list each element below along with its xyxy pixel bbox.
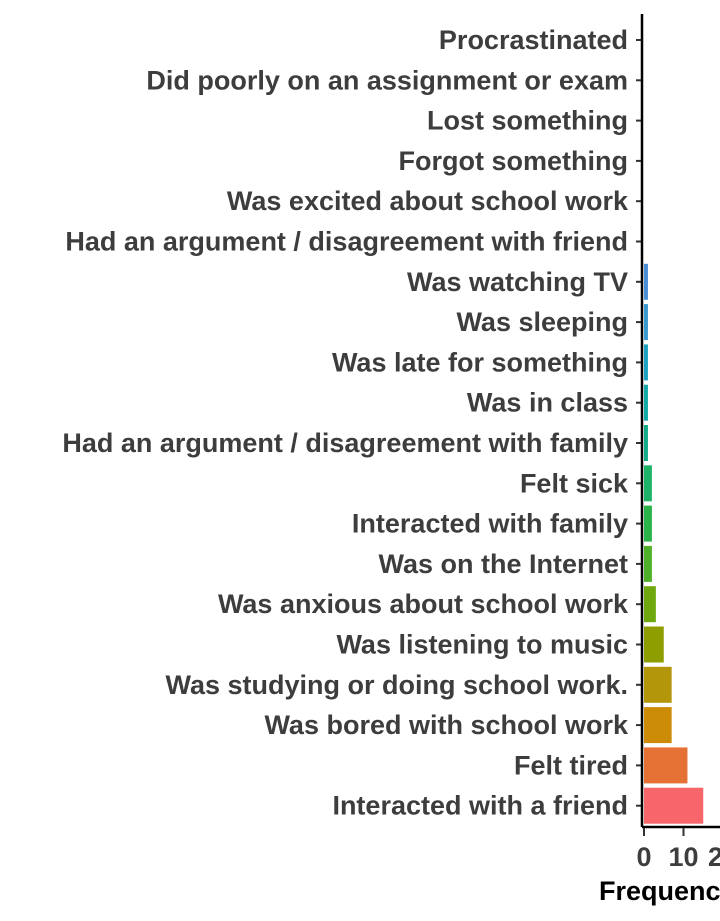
- category-label: Did poorly on an assignment or exam: [146, 65, 628, 95]
- bar: [644, 666, 672, 703]
- bar: [644, 304, 648, 341]
- x-ticks: 0 10 20: [636, 828, 720, 872]
- category-label: Was in class: [467, 388, 628, 418]
- bar: [644, 626, 664, 663]
- bar: [644, 384, 648, 421]
- category-label: Was on the Internet: [378, 549, 628, 579]
- category-label: Felt tired: [514, 750, 628, 780]
- category-label: Was bored with school work: [264, 710, 629, 740]
- category-label: Was excited about school work: [227, 186, 629, 216]
- category-label: Was watching TV: [407, 267, 628, 297]
- category-labels: Procrastinated Did poorly on an assignmen…: [62, 25, 642, 821]
- x-tick-label: 0: [636, 842, 651, 872]
- bar: [644, 505, 652, 542]
- category-label: Was anxious about school work: [218, 589, 629, 619]
- bar: [644, 787, 704, 824]
- category-label: Had an argument / disagreement with frie…: [65, 227, 628, 257]
- category-label: Procrastinated: [439, 25, 628, 55]
- x-tick-label: 20: [708, 842, 720, 872]
- category-label: Had an argument / disagreement with fami…: [62, 428, 628, 458]
- category-label: Was sleeping: [456, 307, 628, 337]
- x-axis-title: Frequency: [599, 876, 720, 906]
- bars: [644, 263, 704, 824]
- bar: [644, 465, 652, 502]
- category-label: Felt sick: [520, 468, 629, 498]
- category-label: Forgot something: [399, 146, 628, 176]
- bar-chart: Procrastinated Did poorly on an assignmen…: [62, 14, 720, 906]
- bar: [644, 747, 688, 784]
- category-label: Interacted with a friend: [332, 791, 628, 821]
- bar: [644, 344, 648, 381]
- category-label: Was listening to music: [336, 630, 628, 660]
- bar: [644, 586, 656, 623]
- category-label: Was late for something: [332, 347, 628, 377]
- category-label: Was studying or doing school work.: [165, 670, 628, 700]
- bar: [644, 263, 648, 300]
- category-label: Lost something: [427, 106, 628, 136]
- bar: [644, 425, 648, 461]
- bar: [644, 707, 672, 744]
- bar: [644, 545, 652, 582]
- x-tick-label: 10: [668, 842, 698, 872]
- category-label: Interacted with family: [352, 509, 628, 539]
